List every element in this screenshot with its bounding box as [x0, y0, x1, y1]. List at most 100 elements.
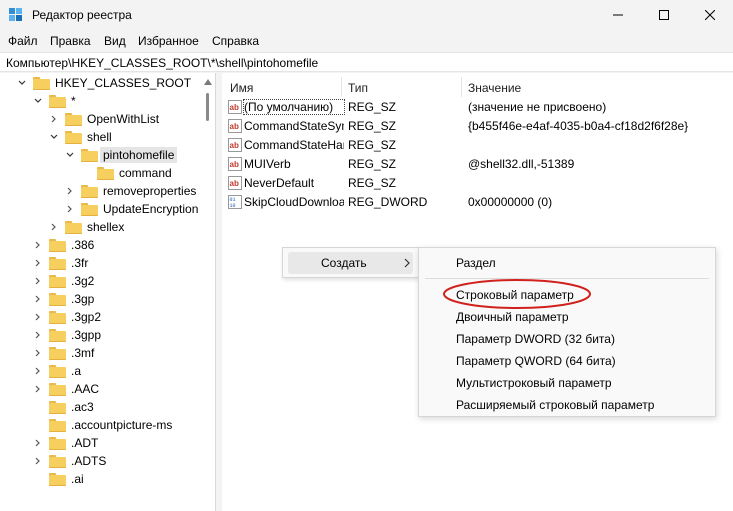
close-icon	[705, 10, 715, 20]
column-header-value[interactable]: Значение	[468, 81, 521, 95]
chevron-down-icon[interactable]	[49, 132, 59, 142]
tree-item[interactable]: .3g2	[33, 272, 94, 290]
value-row[interactable]: ab CommandStateSync REG_SZ {b455f46e-e4a…	[222, 117, 733, 135]
folder-icon	[49, 94, 66, 108]
tree-item-label: .3mf	[71, 346, 95, 360]
tree-item[interactable]: shellex	[49, 218, 124, 236]
chevron-right-icon[interactable]	[33, 366, 43, 376]
scrollbar-thumb[interactable]	[206, 93, 209, 121]
tree-item-label: .ac3	[71, 400, 94, 414]
chevron-down-icon[interactable]	[33, 96, 43, 106]
tree-item-label: .AAC	[71, 382, 100, 396]
menu-file[interactable]: Файл	[8, 34, 38, 48]
context-menu: Создать	[282, 247, 419, 278]
menu-help[interactable]: Справка	[212, 34, 259, 48]
folder-icon	[81, 148, 98, 162]
tree-item[interactable]: UpdateEncryption	[65, 200, 198, 218]
tree-item[interactable]: .ai	[33, 470, 84, 488]
tree-item-label: .ADTS	[71, 454, 107, 468]
value-row[interactable]: 01 10 SkipCloudDownload REG_DWORD 0x00000…	[222, 193, 733, 211]
close-button[interactable]	[687, 0, 733, 30]
chevron-right-icon[interactable]	[33, 276, 43, 286]
value-row[interactable]: ab (По умолчанию) REG_SZ (значение не пр…	[222, 98, 733, 116]
tree-item[interactable]: .ADT	[33, 434, 98, 452]
chevron-right-icon[interactable]	[33, 348, 43, 358]
tree-item[interactable]: .ac3	[33, 398, 94, 416]
folder-icon	[49, 472, 66, 486]
chevron-right-icon[interactable]	[65, 204, 75, 214]
minimize-button[interactable]	[595, 0, 641, 30]
chevron-right-icon[interactable]	[33, 384, 43, 394]
submenu-expandable-string-value[interactable]: Расширяемый строковый параметр	[456, 398, 654, 412]
context-menu-create[interactable]: Создать	[288, 252, 413, 274]
tree-item-label: command	[119, 166, 172, 180]
tree-item[interactable]: HKEY_CLASSES_ROOT	[17, 74, 191, 92]
tree-item[interactable]: .3gpp	[33, 326, 101, 344]
chevron-right-icon[interactable]	[33, 258, 43, 268]
string-value-icon: ab	[228, 138, 242, 152]
submenu-key[interactable]: Раздел	[456, 256, 496, 270]
chevron-right-icon[interactable]	[33, 312, 43, 322]
tree-item[interactable]: .3fr	[33, 254, 88, 272]
tree-item[interactable]: OpenWithList	[49, 110, 159, 128]
tree-item[interactable]: .386	[33, 236, 94, 254]
tree-item-selected[interactable]: pintohomefile	[65, 146, 178, 164]
tree-item[interactable]: .3mf	[33, 344, 94, 362]
folder-icon	[49, 256, 66, 270]
folder-icon	[81, 184, 98, 198]
tree-item[interactable]: .ADTS	[33, 452, 106, 470]
tree-item-label: shell	[87, 130, 112, 144]
value-name: SkipCloudDownload	[244, 195, 344, 209]
tree-item-label: .a	[71, 364, 82, 378]
address-bar[interactable]: Компьютер\HKEY_CLASSES_ROOT\*\shell\pint…	[0, 52, 733, 72]
value-name: CommandStateSync	[244, 119, 344, 133]
value-row[interactable]: ab CommandStateHandler REG_SZ	[222, 136, 733, 154]
maximize-button[interactable]	[641, 0, 687, 30]
tree-item[interactable]: shell	[49, 128, 112, 146]
value-data: @shell32.dll,-51389	[468, 157, 575, 171]
chevron-right-icon[interactable]	[33, 330, 43, 340]
registry-editor-icon	[9, 8, 22, 21]
submenu-binary-value[interactable]: Двоичный параметр	[456, 310, 569, 324]
tree-item[interactable]: .a	[33, 362, 81, 380]
string-value-icon: ab	[228, 100, 242, 114]
tree-item[interactable]: command	[81, 164, 172, 182]
value-data: {b455f46e-e4af-4035-b0a4-cf18d2f6f28e}	[468, 119, 689, 133]
tree-item-label: .ADT	[71, 436, 99, 450]
chevron-right-icon[interactable]	[65, 186, 75, 196]
chevron-right-icon[interactable]	[33, 456, 43, 466]
folder-icon	[97, 166, 114, 180]
tree-item[interactable]: *	[33, 92, 76, 110]
tree-item[interactable]: .3gp2	[33, 308, 101, 326]
value-row[interactable]: ab MUIVerb REG_SZ @shell32.dll,-51389	[222, 155, 733, 173]
tree-item-label: HKEY_CLASSES_ROOT	[55, 76, 192, 90]
tree-item[interactable]: .AAC	[33, 380, 99, 398]
menu-view[interactable]: Вид	[104, 34, 126, 48]
title-bar: Редактор реестра	[0, 0, 733, 30]
value-type: REG_DWORD	[348, 195, 428, 209]
column-header-name[interactable]: Имя	[230, 81, 253, 95]
tree-item-label: pintohomefile	[100, 147, 178, 163]
folder-icon	[49, 292, 66, 306]
chevron-down-icon[interactable]	[65, 150, 75, 160]
scroll-up-icon[interactable]	[204, 79, 212, 85]
chevron-right-icon[interactable]	[49, 114, 59, 124]
tree-item[interactable]: .accountpicture-ms	[33, 416, 172, 434]
tree-scrollbar[interactable]	[203, 73, 213, 493]
chevron-right-icon[interactable]	[33, 294, 43, 304]
column-header-type[interactable]: Тип	[348, 81, 368, 95]
chevron-right-icon[interactable]	[33, 240, 43, 250]
chevron-right-icon[interactable]	[33, 438, 43, 448]
submenu-dword-value[interactable]: Параметр DWORD (32 бита)	[456, 332, 615, 346]
submenu-qword-value[interactable]: Параметр QWORD (64 бита)	[456, 354, 616, 368]
tree-item[interactable]: .3gp	[33, 290, 94, 308]
submenu-multistring-value[interactable]: Мультистроковый параметр	[456, 376, 612, 390]
folder-icon	[49, 346, 66, 360]
chevron-right-icon[interactable]	[49, 222, 59, 232]
tree-item[interactable]: removeproperties	[65, 182, 196, 200]
value-name: NeverDefault	[244, 176, 315, 190]
chevron-down-icon[interactable]	[17, 78, 27, 88]
value-row[interactable]: ab NeverDefault REG_SZ	[222, 174, 733, 192]
menu-favorites[interactable]: Избранное	[138, 34, 199, 48]
menu-edit[interactable]: Правка	[50, 34, 91, 48]
